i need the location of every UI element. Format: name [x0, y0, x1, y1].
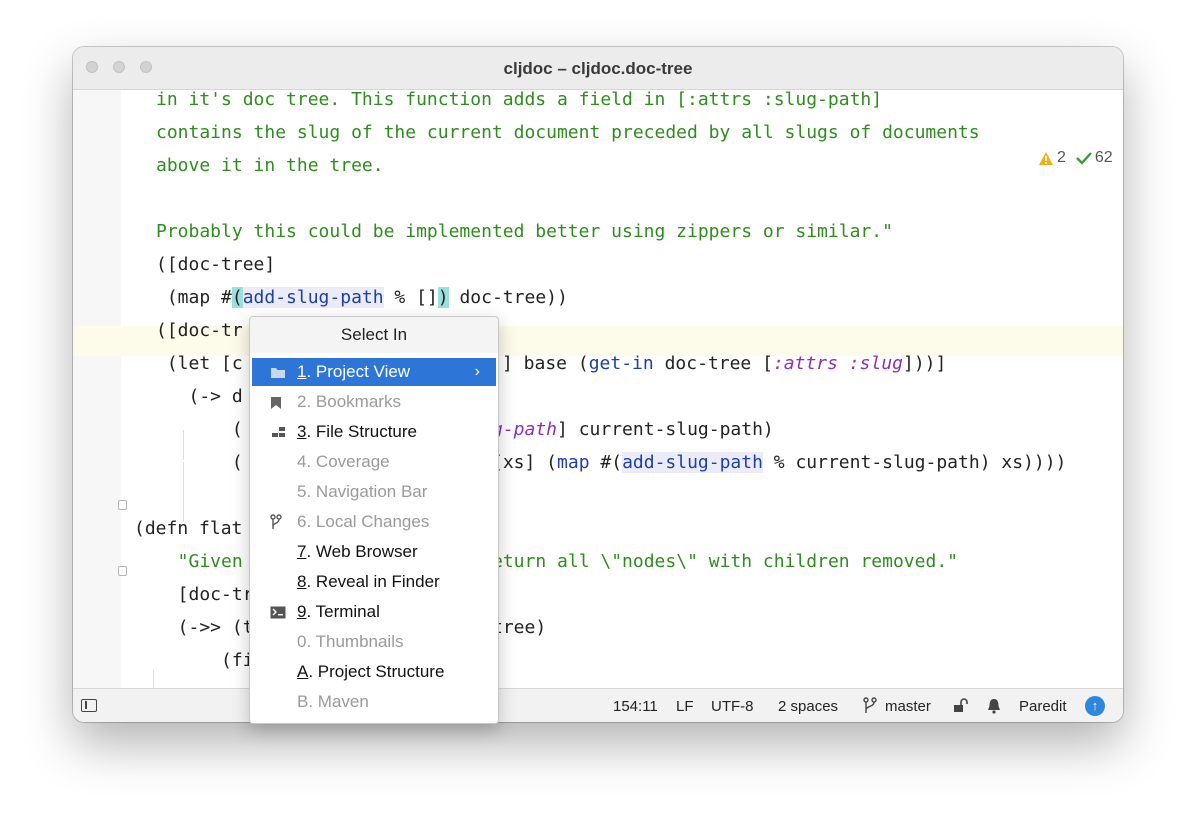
indent-setting[interactable]: 2 spaces: [778, 698, 838, 715]
line-separator[interactable]: LF: [676, 698, 694, 715]
structure-icon: [272, 427, 285, 437]
status-bar: 154:11 LF UTF-8 2 spaces master Paredit …: [73, 688, 1123, 722]
code-line: Probably this could be implemented bette…: [156, 221, 893, 242]
code-line: (let [c: [156, 353, 243, 374]
select-in-item-project-view[interactable]: 1. Project View ›: [252, 358, 496, 386]
code-editor[interactable]: in it's doc tree. This function adds a f…: [73, 90, 1123, 688]
editor-mode[interactable]: Paredit: [1019, 698, 1067, 715]
file-encoding[interactable]: UTF-8: [711, 698, 754, 715]
inspections-widget[interactable]: 2 62 ⌃ ⌄: [1038, 148, 1123, 168]
indent-guide: [153, 670, 154, 688]
folder-icon: [271, 368, 285, 378]
code-line: (-> d: [156, 386, 243, 407]
code-line: (defn flat: [134, 518, 243, 539]
window-title: cljdoc – cljdoc.doc-tree: [503, 59, 693, 78]
ide-window: cljdoc – cljdoc.doc-tree in it's doc tre…: [73, 47, 1123, 722]
code-line: in it's doc tree. This function adds a f…: [156, 90, 883, 110]
select-in-item-local-changes[interactable]: 6. Local Changes: [252, 508, 496, 536]
code-line: [xs] (map #(add-slug-path % current-slug…: [492, 452, 1067, 473]
chevron-right-icon: ›: [474, 363, 480, 380]
code-line: (: [156, 452, 243, 473]
ok-count: 62: [1094, 149, 1113, 166]
select-in-item-coverage[interactable]: 4. Coverage: [252, 448, 496, 476]
unlock-icon[interactable]: [953, 698, 969, 713]
title-bar: cljdoc – cljdoc.doc-tree: [73, 47, 1123, 90]
select-in-item-navigation-bar[interactable]: 5. Navigation Bar: [252, 478, 496, 506]
select-in-item-reveal-in-finder[interactable]: 8. Reveal in Finder: [252, 568, 496, 596]
select-in-item-terminal[interactable]: 9. Terminal: [252, 598, 496, 626]
code-line: (map #(add-slug-path % []) doc-tree)): [156, 287, 568, 308]
update-arrow-icon[interactable]: ↑: [1085, 696, 1105, 716]
code-line: (fi: [156, 650, 254, 671]
git-branch-icon: [863, 697, 877, 713]
caret-position[interactable]: 154:11: [613, 698, 658, 715]
terminal-icon: [270, 606, 286, 619]
fold-marker-icon[interactable]: [118, 566, 127, 576]
tool-window-toggle-icon[interactable]: [81, 699, 97, 712]
notifications-bell-icon[interactable]: [987, 698, 1001, 714]
code-line: ([doc-tr: [156, 320, 243, 341]
select-in-item-maven[interactable]: B. Maven: [252, 688, 496, 716]
select-in-popup: Select In 1. Project View › 2. Bookmarks…: [249, 316, 499, 724]
git-branch[interactable]: master: [885, 698, 931, 715]
code-line: ] base (get-in doc-tree [:attrs :slug]))…: [502, 353, 947, 374]
select-in-item-thumbnails[interactable]: 0. Thumbnails: [252, 628, 496, 656]
code-line: eturn all \"nodes\" with children remove…: [492, 551, 958, 572]
code-line: ([doc-tree]: [156, 254, 276, 275]
bookmark-icon: [271, 397, 281, 409]
code-line: g-path] current-slug-path): [492, 419, 774, 440]
warning-icon: [1039, 151, 1053, 165]
select-in-item-project-structure[interactable]: A. Project Structure: [252, 658, 496, 686]
fold-marker-icon[interactable]: [118, 500, 127, 510]
code-line: tree): [492, 617, 547, 638]
select-in-item-web-browser[interactable]: 7. Web Browser: [252, 538, 496, 566]
check-icon: [1076, 152, 1092, 165]
code-line: contains the slug of the current documen…: [156, 122, 980, 143]
warning-count: 2: [1057, 149, 1066, 166]
code-line: (: [156, 419, 243, 440]
code-line: above it in the tree.: [156, 155, 384, 176]
select-in-item-file-structure[interactable]: 3. File Structure: [252, 418, 496, 446]
popup-title: Select In: [250, 317, 498, 353]
vcs-branch-icon: [270, 514, 282, 529]
select-in-item-bookmarks[interactable]: 2. Bookmarks: [252, 388, 496, 416]
